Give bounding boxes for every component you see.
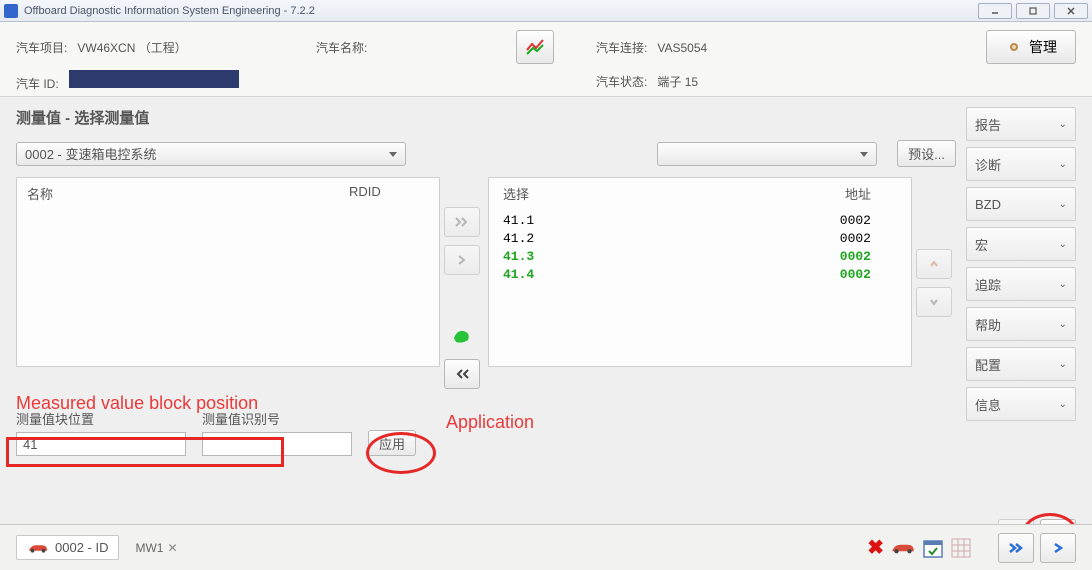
apply-button[interactable]: 应用: [368, 430, 416, 456]
id-value-redacted: [69, 70, 239, 88]
sidebar-item-trace[interactable]: 追踪 ⌄: [966, 267, 1076, 301]
sidebar-item-report[interactable]: 报告 ⌄: [966, 107, 1076, 141]
chevron-down-icon: ⌄: [1059, 279, 1067, 290]
bird-icon: [444, 321, 480, 351]
connection-label: 汽车连接:: [596, 41, 647, 55]
right-col-addr: 地址: [569, 184, 901, 203]
chevron-down-icon: ⌄: [1059, 159, 1067, 170]
right-col-select: 选择: [499, 184, 569, 203]
list-item[interactable]: 41.40002: [499, 266, 901, 284]
system-select-value: 0002 - 变速箱电控系统: [25, 144, 156, 163]
mv-rid-label: 测量值识别号: [202, 409, 352, 428]
sidebar-item-bzd[interactable]: BZD ⌄: [966, 187, 1076, 221]
right-list[interactable]: 选择 地址 41.1000241.2000241.3000241.40002: [488, 177, 912, 367]
left-list[interactable]: 名称 RDID: [16, 177, 440, 367]
add-button[interactable]: [444, 245, 480, 275]
remove-all-button[interactable]: [444, 359, 480, 389]
tab-chip-label: MW1: [135, 541, 163, 555]
sidebar-item-info[interactable]: 信息 ⌄: [966, 387, 1076, 421]
mv-pos-input[interactable]: [16, 432, 186, 456]
close-button[interactable]: [1054, 3, 1088, 19]
maximize-button[interactable]: [1016, 3, 1050, 19]
footer-forward-button[interactable]: [1040, 533, 1076, 563]
chevron-down-icon: ⌄: [1059, 399, 1067, 410]
module-chip-label: 0002 - ID: [55, 540, 108, 555]
sidebar-item-label: 追踪: [975, 275, 1001, 294]
status-value: 端子 15: [657, 75, 698, 89]
left-col-rdid: RDID: [349, 184, 429, 203]
connection-value: VAS5054: [657, 41, 707, 55]
header: 汽车项目: VW46XCN （工程） 汽车名称: 汽车连接: VAS5054 管…: [0, 22, 1092, 97]
sidebar-item-diagnosis[interactable]: 诊断 ⌄: [966, 147, 1076, 181]
sidebar-item-label: 诊断: [975, 155, 1001, 174]
module-chip[interactable]: 0002 - ID: [16, 535, 119, 560]
move-down-button[interactable]: [916, 287, 952, 317]
footer: 0002 - ID MW1 ✕ ✖: [0, 524, 1092, 570]
chevron-down-icon: ⌄: [1059, 119, 1067, 130]
name-label: 汽车名称:: [316, 41, 367, 55]
minimize-button[interactable]: [978, 3, 1012, 19]
sidebar-item-label: 信息: [975, 395, 1001, 414]
sidebar-item-help[interactable]: 帮助 ⌄: [966, 307, 1076, 341]
window-title: Offboard Diagnostic Information System E…: [24, 5, 315, 17]
grid-icon[interactable]: [950, 537, 972, 559]
list-item[interactable]: 41.10002: [499, 212, 901, 230]
tab-chip[interactable]: MW1 ✕: [129, 539, 183, 557]
list-item[interactable]: 41.20002: [499, 230, 901, 248]
delete-icon[interactable]: ✖: [867, 535, 884, 560]
sidebar-item-label: BZD: [975, 197, 1001, 212]
tab-close-icon[interactable]: ✕: [167, 541, 177, 555]
preset-select[interactable]: [657, 142, 877, 166]
gear-icon: [1005, 38, 1023, 56]
calendar-check-icon[interactable]: [922, 537, 944, 559]
chevron-down-icon: ⌄: [1059, 199, 1067, 210]
manage-button[interactable]: 管理: [986, 30, 1076, 64]
chevron-down-icon: ⌄: [1059, 239, 1067, 250]
system-select[interactable]: 0002 - 变速箱电控系统: [16, 142, 406, 166]
project-label: 汽车项目:: [16, 41, 67, 55]
titlebar: Offboard Diagnostic Information System E…: [0, 0, 1092, 22]
sidebar: 报告⌄ 诊断⌄ BZD⌄ 宏⌄ 追踪⌄ 帮助⌄ 配置⌄ 信息⌄: [966, 107, 1076, 555]
sidebar-item-config[interactable]: 配置 ⌄: [966, 347, 1076, 381]
project-value: VW46XCN （工程）: [77, 41, 186, 55]
car-icon: [27, 542, 49, 554]
manage-label: 管理: [1029, 37, 1057, 57]
left-col-name: 名称: [27, 184, 349, 203]
chevron-down-icon: ⌄: [1059, 319, 1067, 330]
sidebar-item-macro[interactable]: 宏⌄: [966, 227, 1076, 261]
sidebar-item-label: 宏: [975, 235, 988, 254]
footer-fast-forward-button[interactable]: [998, 533, 1034, 563]
mv-rid-input[interactable]: [202, 432, 352, 456]
sidebar-item-label: 帮助: [975, 315, 1001, 334]
app-icon: [4, 4, 18, 18]
chevron-down-icon: ⌄: [1059, 359, 1067, 370]
sidebar-item-label: 配置: [975, 355, 1001, 374]
car-icon[interactable]: [890, 540, 916, 556]
section-title: 测量值 - 选择测量值: [16, 107, 956, 128]
move-up-button[interactable]: [916, 249, 952, 279]
preset-button[interactable]: 预设...: [897, 140, 956, 167]
add-all-button[interactable]: [444, 207, 480, 237]
sidebar-item-label: 报告: [975, 115, 1001, 134]
chart-icon-button[interactable]: [516, 30, 554, 64]
id-label: 汽车 ID:: [16, 77, 59, 91]
list-item[interactable]: 41.30002: [499, 248, 901, 266]
status-label: 汽车状态:: [596, 75, 647, 89]
mv-pos-label: 测量值块位置: [16, 409, 186, 428]
